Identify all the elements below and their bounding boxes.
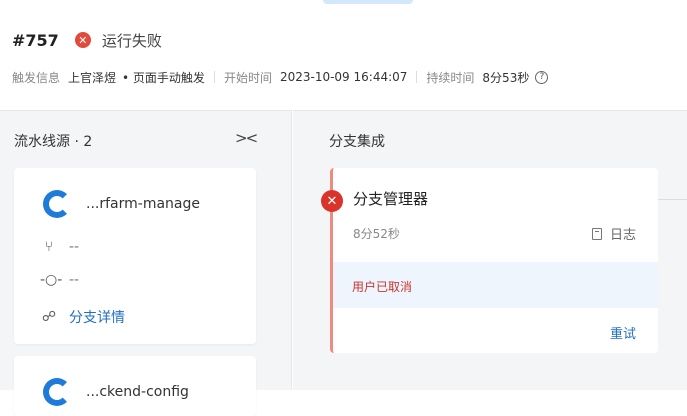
sources-panel: 流水线源 · 2 >< ...rfarm-manage ⑂ -- -○- -- … xyxy=(0,110,292,416)
branch-row: ⑂ -- xyxy=(40,239,79,255)
duration-value: 8分53秒 xyxy=(482,70,530,85)
log-icon xyxy=(591,227,602,240)
top-tab-indicator xyxy=(323,0,413,4)
job-message: 用户已取消 xyxy=(333,262,658,308)
collapse-icon[interactable]: >< xyxy=(235,129,258,147)
branch-icon: ⑂ xyxy=(44,239,54,255)
repo-logo-icon xyxy=(43,190,71,218)
commit-value: -- xyxy=(69,272,80,288)
branch-detail-link[interactable]: 分支详情 xyxy=(69,307,125,327)
close-icon: ✕ xyxy=(321,190,343,212)
start-label: 开始时间 xyxy=(223,70,272,85)
commit-icon: -○- xyxy=(40,272,63,288)
trigger-source: • 页面手动触发 xyxy=(122,70,205,85)
source-card: ...rfarm-manage ⑂ -- -○- -- ☍ 分支详情 xyxy=(14,168,256,344)
sources-title: 流水线源 · 2 xyxy=(14,134,93,150)
connector-line xyxy=(658,199,687,200)
divider xyxy=(213,71,215,83)
source-name: ...rfarm-manage xyxy=(86,196,200,212)
stage-panel: 分支集成 ✕ 分支管理器 8分52秒 日志 用户已取消 重试 xyxy=(293,110,687,390)
divider xyxy=(416,71,418,83)
run-status: 运行失败 xyxy=(101,31,162,50)
branch-tree-icon: ☍ xyxy=(41,309,57,325)
source-card: ...ckend-config xyxy=(14,356,256,416)
source-name: ...ckend-config xyxy=(86,384,189,400)
commit-row: -○- -- xyxy=(40,272,79,288)
detail-row: ☍ 分支详情 xyxy=(40,307,125,327)
help-icon[interactable]: ? xyxy=(535,70,549,84)
failed-status-icon: ✕ xyxy=(74,32,91,48)
trigger-label: 触发信息 xyxy=(12,70,61,85)
start-time: 2023-10-09 16:44:07 xyxy=(279,70,408,84)
stage-title: 分支集成 xyxy=(329,134,385,150)
run-id: #757 xyxy=(12,30,59,50)
repo-logo-icon xyxy=(43,378,71,406)
job-duration: 8分52秒 xyxy=(353,227,400,241)
job-card[interactable]: ✕ 分支管理器 8分52秒 日志 用户已取消 重试 xyxy=(321,168,658,353)
run-header: #757 ✕ 运行失败 xyxy=(12,26,162,54)
branch-value: -- xyxy=(69,239,80,255)
trigger-user: 上官泽煜 xyxy=(68,70,117,85)
job-name: 分支管理器 xyxy=(353,190,429,208)
log-button[interactable]: 日志 xyxy=(591,224,636,243)
run-meta: 触发信息 上官泽煜 • 页面手动触发 开始时间 2023-10-09 16:44… xyxy=(12,68,549,86)
retry-button[interactable]: 重试 xyxy=(610,323,636,342)
duration-label: 持续时间 xyxy=(426,70,475,85)
log-label: 日志 xyxy=(609,228,636,243)
